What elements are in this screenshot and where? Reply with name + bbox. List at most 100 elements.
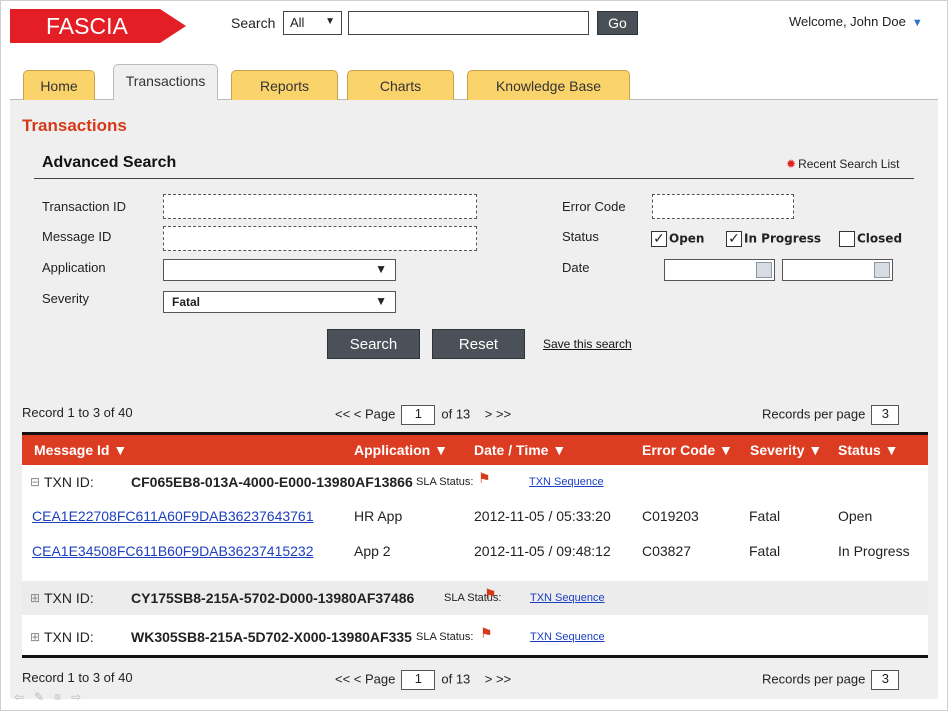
status-open-label: Open: [669, 231, 705, 246]
txn-row: ⊞ TXN ID: CY175SB8-215A-5702-D000-13980A…: [22, 581, 928, 615]
status-label: Status: [562, 229, 599, 244]
divider: [34, 178, 914, 179]
transaction-id-field[interactable]: [163, 194, 477, 219]
page-number-input[interactable]: 1: [401, 405, 436, 425]
severity-select[interactable]: Fatal ▼: [163, 291, 396, 313]
logo-text: FASCIA: [46, 13, 128, 39]
error-code-label: Error Code: [562, 199, 626, 214]
table-body: ⊟ TXN ID: CF065EB8-013A-4000-E000-13980A…: [22, 465, 928, 655]
search-button[interactable]: Search: [327, 329, 420, 359]
expand-icon[interactable]: ⊞: [30, 591, 40, 605]
list-icon[interactable]: ≡: [54, 690, 71, 704]
cell-application: App 2: [354, 543, 391, 559]
severity-label: Severity: [42, 291, 89, 306]
advanced-search-title: Advanced Search: [42, 154, 177, 171]
table-row: CEA1E22708FC611A60F9DAB36237643761 HR Ap…: [22, 508, 928, 538]
cell-datetime: 2012-11-05 / 05:33:20: [474, 508, 611, 524]
page-title: Transactions: [22, 116, 127, 135]
back-arrow-icon[interactable]: ⇦: [14, 690, 34, 704]
chevron-down-icon: ▼: [325, 16, 335, 27]
transaction-id-label: Transaction ID: [42, 199, 127, 214]
col-status[interactable]: Status ▼: [838, 442, 899, 458]
chevron-down-icon: ▼: [375, 294, 387, 308]
txn-row: ⊟ TXN ID: CF065EB8-013A-4000-E000-13980A…: [22, 465, 928, 499]
reset-button[interactable]: Reset: [432, 329, 525, 359]
col-application[interactable]: Application ▼: [354, 442, 448, 458]
checkmark-icon: ✓: [726, 231, 742, 247]
severity-value: Fatal: [172, 295, 201, 309]
search-scope-select[interactable]: All ▼: [283, 11, 342, 35]
cell-datetime: 2012-11-05 / 09:48:12: [474, 543, 611, 559]
global-search-input[interactable]: [348, 11, 589, 35]
txn-sequence-link[interactable]: TXN Sequence: [529, 476, 604, 488]
date-label: Date: [562, 260, 590, 275]
recent-search-link[interactable]: ✹ Recent Search List: [786, 157, 899, 171]
recent-search-label: Recent Search List: [798, 157, 900, 171]
message-id-label: Message ID: [42, 229, 112, 244]
txn-label: TXN ID:: [44, 590, 94, 606]
empty-checkbox-icon: [839, 231, 855, 247]
prev-page-link[interactable]: << < Page: [335, 671, 395, 686]
page-number-input[interactable]: 1: [401, 670, 436, 690]
flag-icon: ⚑: [484, 586, 497, 602]
go-button[interactable]: Go: [597, 11, 638, 35]
flag-icon: ⚑: [478, 470, 491, 486]
page-nav: << < Page 1 of 13 > >>: [335, 670, 511, 690]
cell-severity: Fatal: [749, 508, 781, 524]
status-closed-label: Closed: [857, 231, 903, 246]
checkmark-icon: ✓: [651, 231, 667, 247]
application-select[interactable]: ▼: [163, 259, 396, 281]
chevron-down-icon: ▼: [375, 262, 387, 276]
message-id-field[interactable]: [163, 226, 477, 251]
pencil-icon[interactable]: ✎: [34, 690, 54, 704]
collapse-icon[interactable]: ⊟: [30, 475, 40, 489]
status-open-checkbox[interactable]: ✓ Open: [651, 231, 704, 247]
tab-charts[interactable]: Charts: [347, 70, 454, 100]
next-page-link[interactable]: > >>: [485, 671, 511, 686]
txn-id: WK305SB8-215A-5D702-X000-13980AF335: [131, 629, 412, 645]
col-severity[interactable]: Severity ▼: [750, 442, 822, 458]
cell-error-code: C019203: [642, 508, 699, 524]
sla-status-label: SLA Status:: [416, 631, 474, 643]
rpp-input[interactable]: 3: [871, 670, 900, 690]
forward-arrow-icon[interactable]: ⇨: [71, 690, 91, 704]
calendar-icon[interactable]: [756, 262, 772, 278]
txn-label: TXN ID:: [44, 474, 94, 490]
status-in-progress-checkbox[interactable]: ✓ In Progress: [726, 231, 821, 247]
calendar-icon[interactable]: [874, 262, 890, 278]
message-id-link[interactable]: CEA1E22708FC611A60F9DAB36237643761: [32, 508, 314, 524]
tab-transactions[interactable]: Transactions: [113, 64, 218, 100]
divider: [22, 655, 928, 658]
user-menu[interactable]: Welcome, John Doe ▼: [789, 14, 923, 29]
application-label: Application: [42, 260, 106, 275]
sun-icon: ✹: [786, 157, 797, 171]
error-code-field[interactable]: [652, 194, 794, 219]
date-from-field[interactable]: [664, 259, 775, 281]
toolbar-icons: ⇦✎≡⇨: [14, 690, 91, 704]
rpp-input[interactable]: 3: [871, 405, 900, 425]
cell-status: Open: [838, 508, 873, 524]
records-per-page: Records per page 3: [762, 670, 900, 690]
col-datetime[interactable]: Date / Time ▼: [474, 442, 566, 458]
sla-status-label: SLA Status:: [416, 476, 474, 488]
chevron-down-icon: ▼: [911, 17, 923, 29]
save-search-link[interactable]: Save this search: [543, 337, 632, 351]
next-page-link[interactable]: > >>: [485, 406, 511, 421]
prev-page-link[interactable]: << < Page: [335, 406, 395, 421]
tab-knowledge-base[interactable]: Knowledge Base: [467, 70, 630, 100]
tab-reports[interactable]: Reports: [231, 70, 338, 100]
cell-error-code: C03827: [642, 543, 692, 559]
txn-sequence-link[interactable]: TXN Sequence: [530, 592, 605, 604]
tab-home[interactable]: Home: [23, 70, 95, 100]
cell-status: In Progress: [838, 543, 910, 559]
message-id-link[interactable]: CEA1E34508FC611B60F9DAB36237415232: [32, 543, 314, 559]
txn-sequence-link[interactable]: TXN Sequence: [530, 631, 605, 643]
col-error-code[interactable]: Error Code ▼: [642, 442, 733, 458]
expand-icon[interactable]: ⊞: [30, 630, 40, 644]
date-to-field[interactable]: [782, 259, 893, 281]
status-closed-checkbox[interactable]: Closed: [839, 231, 902, 247]
txn-label: TXN ID:: [44, 629, 94, 645]
col-message-id[interactable]: Message Id ▼: [34, 442, 127, 458]
record-count: Record 1 to 3 of 40: [22, 670, 133, 685]
txn-id: CF065EB8-013A-4000-E000-13980AF13866: [131, 474, 413, 490]
